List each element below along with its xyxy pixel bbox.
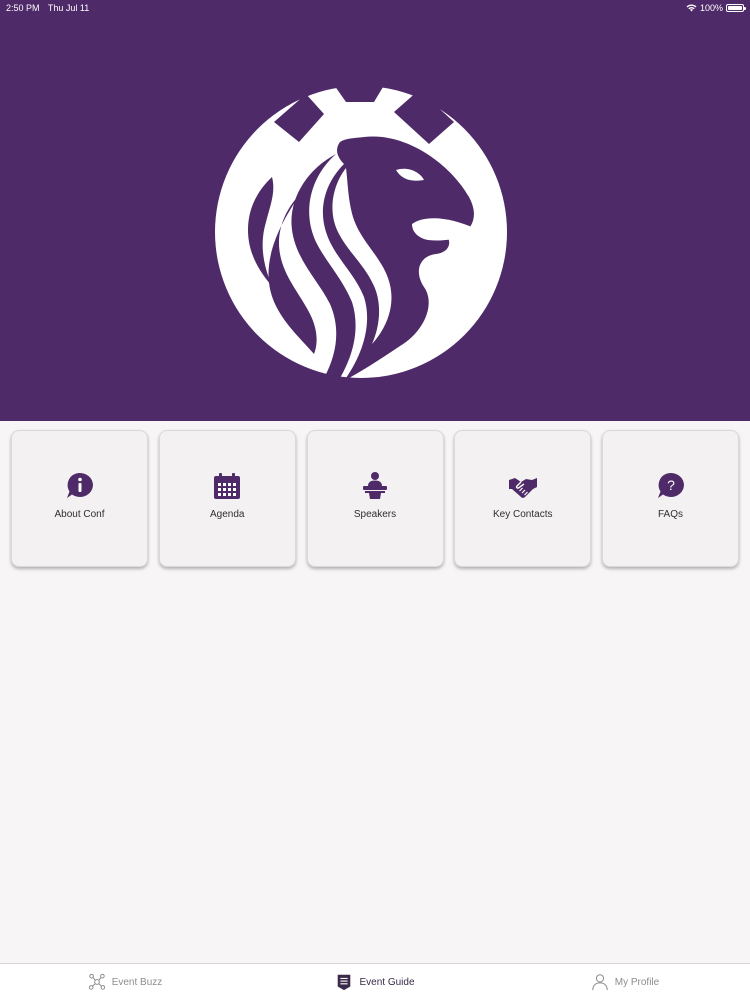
tile-speakers[interactable]: Speakers [306, 430, 444, 567]
tab-label: My Profile [614, 976, 660, 988]
tab-my-profile[interactable]: My Profile [500, 973, 750, 991]
guide-tiles: About Conf Agenda Speakers Key Contacts … [11, 430, 739, 567]
tab-event-buzz[interactable]: Event Buzz [0, 973, 250, 991]
tile-about-conf[interactable]: About Conf [11, 430, 148, 567]
question-speech-bubble-icon: ? [657, 472, 684, 498]
handshake-icon [508, 478, 537, 498]
tile-label: Key Contacts [493, 509, 553, 520]
tile-faqs[interactable]: ? FAQs [602, 430, 739, 567]
person-icon [592, 974, 608, 991]
calendar-icon [214, 473, 241, 499]
tile-label: FAQs [657, 509, 683, 520]
status-time: 2:50 PM [6, 3, 40, 13]
bottom-tab-bar: Event Buzz Event Guide My Profile [0, 963, 750, 1000]
wifi-icon [686, 4, 697, 12]
tile-label: About Conf [54, 509, 105, 520]
tab-label: Event Guide [359, 976, 415, 988]
hero-banner: 2:50 PM Thu Jul 11 100% [0, 0, 750, 421]
battery-icon [726, 4, 746, 12]
tile-label: Agenda [210, 509, 245, 520]
status-date: Thu Jul 11 [47, 3, 90, 13]
tab-label: Event Buzz [111, 976, 163, 988]
guide-badge-icon [338, 974, 351, 991]
svg-text:?: ? [667, 477, 675, 493]
info-speech-bubble-icon [66, 472, 93, 498]
tile-label: Speakers [353, 509, 397, 520]
tile-agenda[interactable]: Agenda [158, 430, 296, 567]
battery-percent: 100% [699, 3, 723, 13]
battery-fill [728, 6, 742, 10]
status-bar: 2:50 PM Thu Jul 11 100% [0, 0, 750, 16]
lion-head-logo [215, 82, 507, 378]
network-icon [88, 973, 105, 990]
tile-key-contacts[interactable]: Key Contacts [454, 430, 592, 567]
tab-event-guide[interactable]: Event Guide [250, 973, 500, 991]
speaker-podium-icon [363, 472, 387, 499]
